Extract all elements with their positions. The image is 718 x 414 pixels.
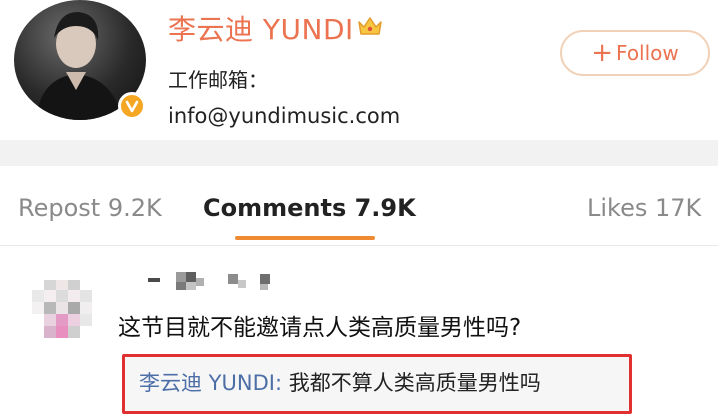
reply-highlight-box[interactable]: 李云迪 YUNDI: 我都不算人类高质量男性吗 bbox=[122, 354, 632, 414]
profile-email[interactable]: info@yundimusic.com bbox=[168, 104, 400, 128]
profile-info-label: 工作邮箱： bbox=[168, 68, 268, 92]
comment-avatar-pixelated[interactable] bbox=[22, 276, 98, 342]
comment-item: 这节目就不能邀请点人类高质量男性吗? 李云迪 YUNDI: 我都不算人类高质量男… bbox=[0, 246, 718, 414]
verified-badge-icon bbox=[118, 92, 146, 120]
reply-line: 李云迪 YUNDI: 我都不算人类高质量男性吗 bbox=[139, 367, 541, 397]
tab-repost[interactable]: Repost 9.2K bbox=[18, 194, 162, 222]
tab-comments[interactable]: Comments 7.9K bbox=[203, 194, 416, 222]
active-tab-indicator bbox=[235, 236, 375, 240]
plus-icon: + bbox=[591, 38, 614, 68]
post-tabs: Repost 9.2K Comments 7.9K Likes 17K bbox=[0, 166, 718, 246]
profile-name[interactable]: 李云迪 YUNDI bbox=[168, 8, 354, 48]
follow-button[interactable]: + Follow bbox=[560, 30, 710, 76]
crown-icon bbox=[358, 17, 382, 35]
section-divider bbox=[0, 140, 718, 166]
reply-text: 我都不算人类高质量男性吗 bbox=[288, 371, 541, 395]
comment-text: 这节目就不能邀请点人类高质量男性吗? bbox=[118, 315, 522, 341]
follow-label: Follow bbox=[616, 41, 679, 65]
comment-username-pixelated[interactable] bbox=[148, 268, 278, 292]
tab-likes[interactable]: Likes 17K bbox=[587, 194, 701, 222]
reply-author-link[interactable]: 李云迪 YUNDI bbox=[139, 371, 275, 395]
profile-header: 李云迪 YUNDI 工作邮箱： info@yundimusic.com + Fo… bbox=[0, 0, 718, 140]
reply-separator: : bbox=[274, 371, 289, 395]
